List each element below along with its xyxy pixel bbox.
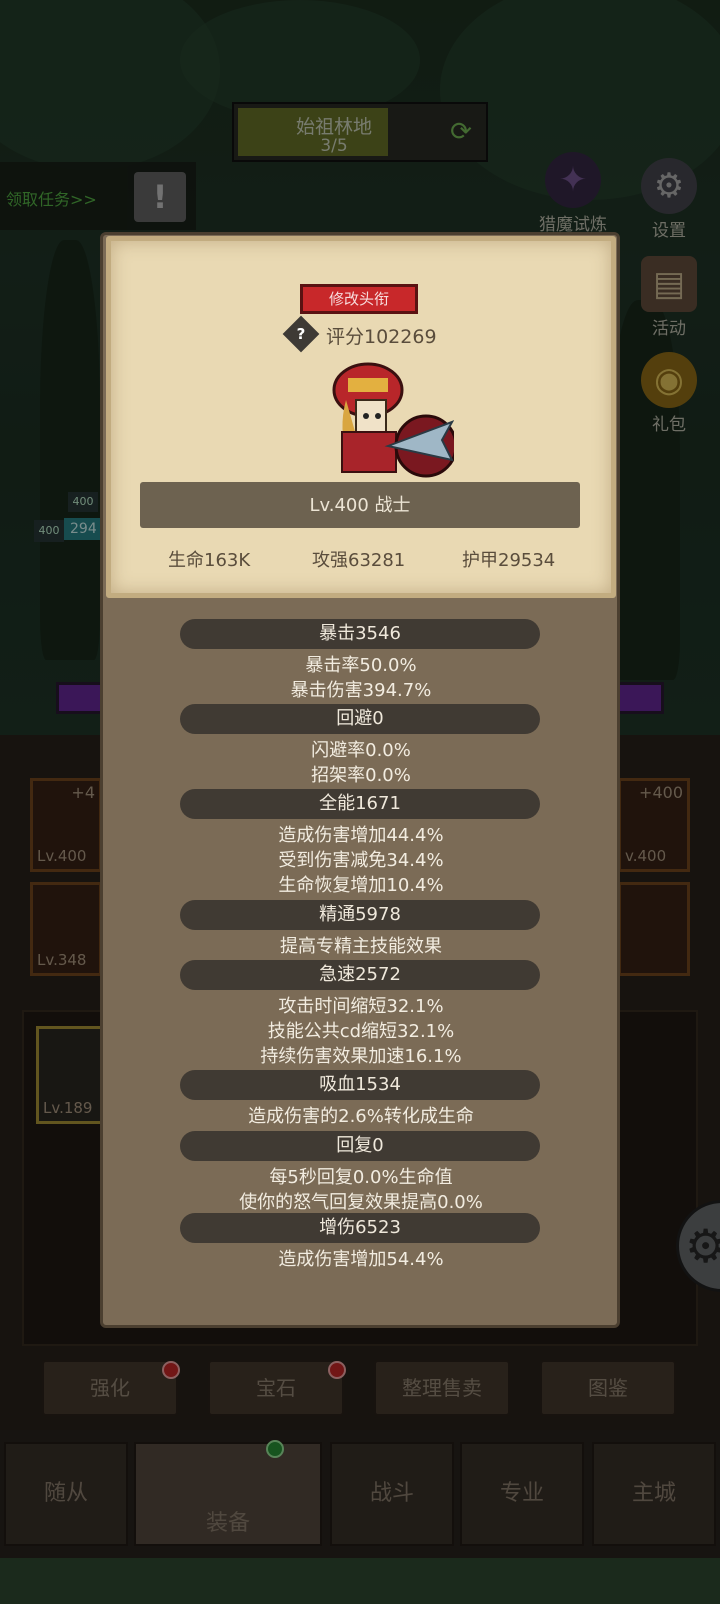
stat-header-mastery: 精通5978	[180, 900, 540, 930]
stat-line: 持续伤害效果加速16.1%	[260, 1046, 462, 1067]
stat-line: 提高专精主技能效果	[280, 936, 442, 957]
hp-stat: 生命163K	[168, 550, 251, 571]
stat-line: 每5秒回复0.0%生命值	[269, 1167, 453, 1188]
help-icon[interactable]: ?	[282, 315, 320, 353]
stat-line: 造成伤害的2.6%转化成生命	[248, 1106, 474, 1127]
stat-line: 暴击伤害394.7%	[290, 680, 432, 701]
edit-title-button[interactable]: 修改头衔	[300, 284, 418, 314]
stat-header-regen: 回复0	[180, 1131, 540, 1161]
attack-stat: 攻强63281	[312, 550, 406, 571]
stat-header-haste: 急速2572	[180, 960, 540, 990]
stat-line: 造成伤害增加54.4%	[278, 1249, 444, 1270]
stat-line: 技能公共cd缩短32.1%	[267, 1021, 455, 1042]
stat-line: 暴击率50.0%	[305, 655, 417, 676]
stat-line: 造成伤害增加44.4%	[278, 825, 444, 846]
warrior-portrait	[332, 362, 454, 478]
stat-header-crit: 暴击3546	[180, 619, 540, 649]
stat-line: 闪避率0.0%	[311, 740, 411, 761]
stat-line: 生命恢复增加10.4%	[278, 875, 444, 896]
stat-header-dodge: 回避0	[180, 704, 540, 734]
stat-line: 受到伤害减免34.4%	[278, 850, 444, 871]
stat-header-damage-bonus: 增伤6523	[180, 1213, 540, 1243]
help-symbol: ?	[296, 325, 306, 343]
stat-line: 使你的怒气回复效果提高0.0%	[239, 1192, 483, 1213]
armor-stat: 护甲29534	[462, 550, 556, 571]
stat-line: 招架率0.0%	[311, 765, 411, 786]
score-label: 评分102269	[326, 326, 437, 348]
stat-header-lifesteal: 吸血1534	[180, 1070, 540, 1100]
stat-header-versatility: 全能1671	[180, 789, 540, 819]
stat-line: 攻击时间缩短32.1%	[278, 996, 444, 1017]
level-class-bar: Lv.400 战士	[140, 482, 580, 528]
